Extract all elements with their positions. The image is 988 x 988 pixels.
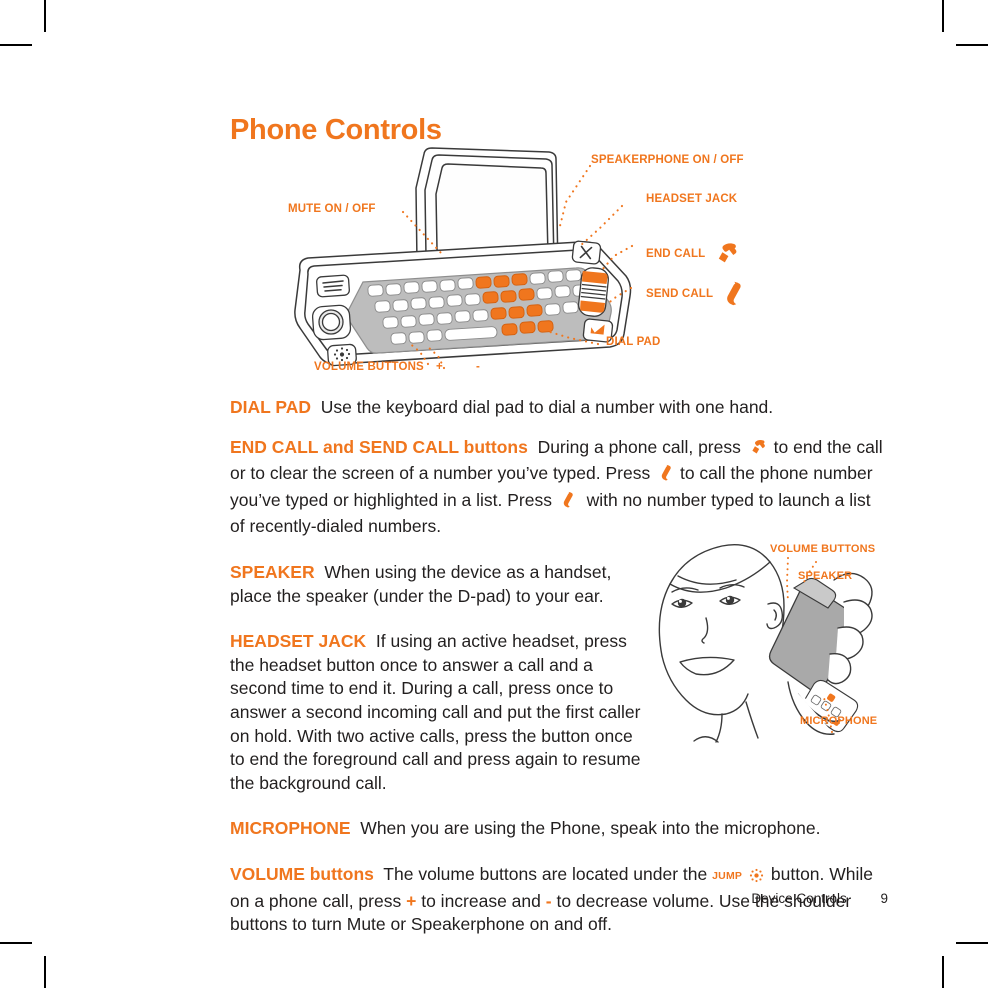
lead-headset-jack: HEADSET JACK xyxy=(230,631,367,652)
paragraph-headset-jack: HEADSET JACK If using an active headset,… xyxy=(230,630,652,795)
callout-send-call-label: SEND CALL xyxy=(646,288,713,301)
callout-end-call: END CALL xyxy=(646,242,739,266)
callout-headset-jack: HEADSET JACK xyxy=(646,193,737,205)
lead-speaker: SPEAKER xyxy=(230,561,315,582)
jump-icon xyxy=(749,866,764,890)
callout-volume-plus: + xyxy=(436,361,443,373)
footer-section-name: Device Controls xyxy=(751,891,847,906)
headset-usage-illustration: VOLUME BUTTONS SPEAKER MICROPHONE xyxy=(648,536,900,750)
callout-end-call-label: END CALL xyxy=(646,248,706,261)
paragraph-end-send-call: END CALL and SEND CALL buttons During a … xyxy=(230,436,888,539)
callout-speakerphone-label: SPEAKERPHONE ON / OFF xyxy=(591,154,744,166)
illustration-label-speaker-text: SPEAKER xyxy=(798,570,853,582)
send-call-handset-icon xyxy=(720,281,744,307)
text-microphone: When you are using the Phone, speak into… xyxy=(360,818,821,839)
callout-mute: MUTE ON / OFF xyxy=(288,203,376,215)
callout-volume-buttons-label: VOLUME BUTTONS xyxy=(314,361,424,373)
callout-speakerphone: SPEAKERPHONE ON / OFF xyxy=(591,154,744,166)
end-call-handset-icon xyxy=(748,439,767,463)
illustration-label-volume-buttons: VOLUME BUTTONS xyxy=(770,543,875,555)
lead-end-send-call: END CALL and SEND CALL buttons xyxy=(230,436,528,457)
callout-volume-plus-label: + xyxy=(436,361,443,373)
manual-page: Phone Controls SPEAKERPHONE ON / OFF HEA… xyxy=(0,0,988,988)
callout-headset-jack-label: HEADSET JACK xyxy=(646,193,738,205)
callout-send-call: SEND CALL xyxy=(646,281,744,307)
lead-dial-pad: DIAL PAD xyxy=(230,397,312,417)
end-call-handset-icon xyxy=(713,242,739,266)
device-diagram: SPEAKERPHONE ON / OFF HEADSET JACK END C… xyxy=(228,142,908,387)
illustration-label-volume-buttons-text: VOLUME BUTTONS xyxy=(770,543,876,555)
callout-volume-minus: - xyxy=(476,361,480,373)
illustration-label-microphone-text: MICROPHONE xyxy=(800,715,878,727)
callout-dial-pad: DIAL PAD xyxy=(606,336,660,348)
illustration-label-speaker: SPEAKER xyxy=(798,570,852,582)
text-volume-1: The volume buttons are located under the xyxy=(383,863,708,884)
illustration-label-microphone: MICROPHONE xyxy=(800,715,877,727)
paragraph-dial-pad: DIAL PAD Use the keyboard dial pad to di… xyxy=(230,396,888,420)
text-end-send-1: During a phone call, press xyxy=(537,436,741,457)
paragraph-microphone: MICROPHONE When you are using the Phone,… xyxy=(230,817,888,841)
text-dial-pad: Use the keyboard dial pad to dial a numb… xyxy=(320,397,774,417)
page-footer: Device Controls 9 xyxy=(230,891,888,906)
callout-dial-pad-label: DIAL PAD xyxy=(606,336,661,348)
lead-volume: VOLUME buttons xyxy=(230,863,374,884)
callout-volume-buttons: VOLUME BUTTONS xyxy=(314,361,424,373)
paragraph-speaker: SPEAKER When using the device as a hands… xyxy=(230,561,652,608)
text-headset-jack: If using an active headset, press the he… xyxy=(230,631,641,793)
send-call-handset-icon xyxy=(657,464,673,489)
callout-volume-minus-label: - xyxy=(476,361,480,373)
lead-microphone: MICROPHONE xyxy=(230,818,351,839)
send-call-handset-icon xyxy=(559,491,575,516)
footer-page-number: 9 xyxy=(880,891,888,906)
device-line-drawing xyxy=(294,147,634,370)
jump-label: JUMP xyxy=(712,869,743,882)
callout-mute-label: MUTE ON / OFF xyxy=(288,203,376,215)
